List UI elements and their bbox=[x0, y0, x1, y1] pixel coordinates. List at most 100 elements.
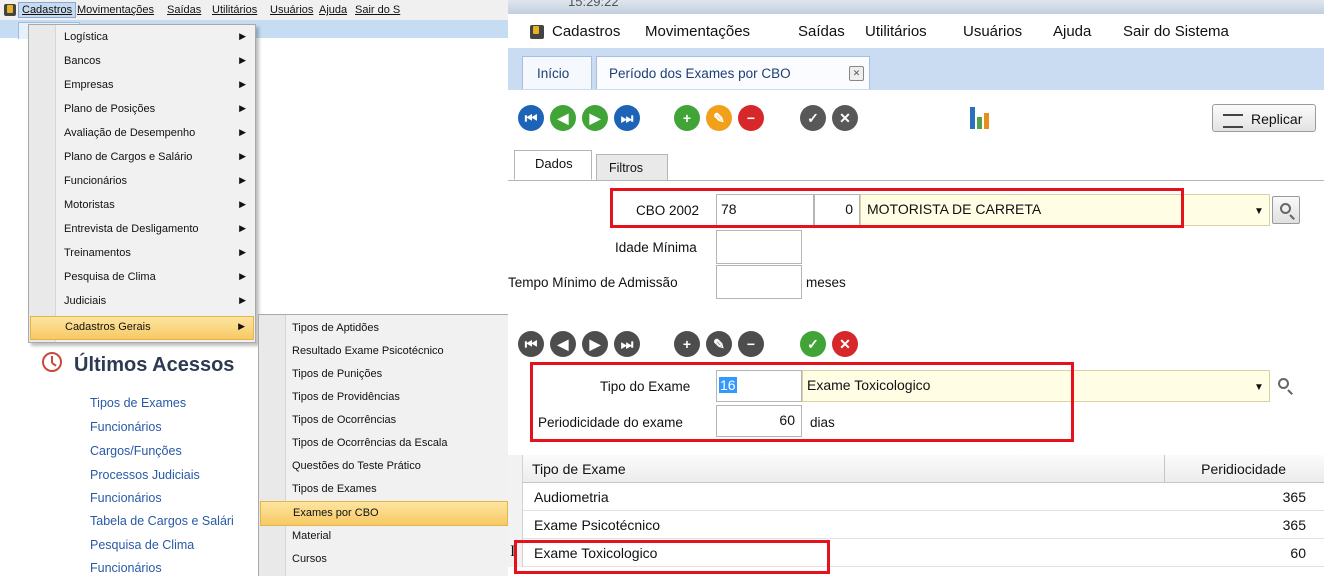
replicate-icon bbox=[1223, 114, 1243, 128]
last-detail-icon[interactable]: ⏭ bbox=[614, 331, 640, 357]
confirm-icon[interactable]: ✓ bbox=[800, 105, 826, 131]
recent-item[interactable]: Funcionários bbox=[90, 491, 162, 505]
menu-item-judiciais[interactable]: Judiciais ▶ bbox=[30, 291, 254, 313]
search-button[interactable] bbox=[1272, 196, 1300, 224]
menu-saidas[interactable]: Saídas bbox=[167, 4, 201, 16]
replicar-button[interactable]: Replicar bbox=[1212, 104, 1316, 132]
menu-cadastros[interactable]: Cadastros bbox=[552, 23, 620, 40]
search-icon bbox=[1280, 203, 1291, 214]
tempo-unit: meses bbox=[806, 275, 846, 290]
submenu-item[interactable]: Tipos de Aptidões bbox=[260, 317, 508, 340]
menu-item-cadastros-gerais[interactable]: Cadastros Gerais ▶ bbox=[30, 316, 254, 340]
tempo-input[interactable] bbox=[716, 265, 802, 299]
menu-saidas[interactable]: Saídas bbox=[798, 23, 845, 40]
menu-movimentacoes[interactable]: Movimentações bbox=[645, 23, 750, 40]
cancel-icon[interactable]: ✕ bbox=[832, 105, 858, 131]
menu-item-logistica[interactable]: Logística ▶ bbox=[30, 27, 254, 49]
tab-inicio[interactable]: Início bbox=[522, 56, 592, 89]
highlight-box bbox=[514, 540, 830, 574]
chart-icon[interactable] bbox=[968, 105, 994, 129]
next-record-icon[interactable]: ▶ bbox=[582, 105, 608, 131]
tab-dados[interactable]: Dados bbox=[514, 150, 592, 180]
menu-item-treinamentos[interactable]: Treinamentos ▶ bbox=[30, 243, 254, 265]
submenu-item[interactable]: Questões do Teste Prático bbox=[260, 455, 508, 478]
menu-item-plano-cargos[interactable]: Plano de Cargos e Salário ▶ bbox=[30, 147, 254, 169]
first-record-icon[interactable]: ⏮ bbox=[518, 105, 544, 131]
next-detail-icon[interactable]: ▶ bbox=[582, 331, 608, 357]
recent-item[interactable]: Funcionários bbox=[90, 561, 162, 575]
app-icon bbox=[4, 4, 16, 16]
column-header-tipo[interactable]: Tipo de Exame bbox=[532, 461, 626, 477]
submenu-item[interactable]: Tipos de Ocorrências da Escala bbox=[260, 432, 508, 455]
clock-icon bbox=[42, 352, 62, 372]
menu-item-avaliacao[interactable]: Avaliação de Desempenho ▶ bbox=[30, 123, 254, 145]
cancel-detail-icon[interactable]: ✕ bbox=[832, 331, 858, 357]
tab-filtros[interactable]: Filtros bbox=[596, 154, 668, 180]
add-icon[interactable]: + bbox=[674, 105, 700, 131]
highlight-box bbox=[610, 188, 1184, 228]
recent-item[interactable]: Tabela de Cargos e Salári bbox=[90, 514, 234, 528]
menu-usuarios[interactable]: Usuários bbox=[963, 23, 1022, 40]
recent-item[interactable]: Cargos/Funções bbox=[90, 444, 182, 458]
highlight-box bbox=[530, 362, 1074, 442]
column-header-periodicidade[interactable]: Peridiocidade bbox=[1201, 461, 1286, 477]
menu-item-funcionarios[interactable]: Funcionários ▶ bbox=[30, 171, 254, 193]
menu-item-entrevista[interactable]: Entrevista de Desligamento ▶ bbox=[30, 219, 254, 241]
tempo-label: Tempo Mínimo de Admissão bbox=[508, 275, 678, 290]
table-row[interactable]: Audiometria 365 bbox=[508, 483, 1324, 511]
submenu-item[interactable]: Tipos de Providências bbox=[260, 386, 508, 409]
confirm-detail-icon[interactable]: ✓ bbox=[800, 331, 826, 357]
menu-ajuda[interactable]: Ajuda bbox=[1053, 23, 1091, 40]
delete-icon[interactable]: − bbox=[738, 105, 764, 131]
delete-detail-icon[interactable]: − bbox=[738, 331, 764, 357]
recent-item[interactable]: Pesquisa de Clima bbox=[90, 538, 194, 552]
menu-sair-sistema[interactable]: Sair do Sistema bbox=[1123, 23, 1229, 40]
tab-periodo-exames[interactable]: Período dos Exames por CBO ✕ bbox=[596, 56, 870, 89]
menu-item-bancos[interactable]: Bancos ▶ bbox=[30, 51, 254, 73]
table-row[interactable]: Exame Psicotécnico 365 bbox=[508, 511, 1324, 539]
document-tabbar: Início Período dos Exames por CBO ✕ bbox=[508, 48, 1324, 90]
add-detail-icon[interactable]: + bbox=[674, 331, 700, 357]
chevron-down-icon[interactable]: ▼ bbox=[1254, 206, 1264, 217]
search-icon[interactable] bbox=[1278, 378, 1289, 389]
menu-item-motoristas[interactable]: Motoristas ▶ bbox=[30, 195, 254, 217]
idade-input[interactable] bbox=[716, 230, 802, 264]
menu-item-pesquisa-clima[interactable]: Pesquisa de Clima ▶ bbox=[30, 267, 254, 289]
chevron-down-icon[interactable]: ▼ bbox=[1254, 382, 1264, 393]
right-screenshot: 15:29:22 Cadastros Movimentações Saídas … bbox=[508, 0, 1324, 576]
recent-item[interactable]: Processos Judiciais bbox=[90, 468, 200, 482]
edit-icon[interactable]: ✎ bbox=[706, 105, 732, 131]
previous-detail-icon[interactable]: ◀ bbox=[550, 331, 576, 357]
submenu-item[interactable]: Tipos de Ocorrências bbox=[260, 409, 508, 432]
previous-record-icon[interactable]: ◀ bbox=[550, 105, 576, 131]
recent-item[interactable]: Funcionários bbox=[90, 420, 162, 434]
cadastros-gerais-submenu: Tipos de Aptidões Resultado Exame Psicot… bbox=[258, 314, 508, 576]
submenu-item-exames-por-cbo[interactable]: Exames por CBO bbox=[260, 501, 508, 526]
menu-ajuda[interactable]: Ajuda bbox=[319, 4, 347, 16]
last-record-icon[interactable]: ⏭ bbox=[614, 105, 640, 131]
menu-utilitarios[interactable]: Utilitários bbox=[865, 23, 927, 40]
menu-usuarios[interactable]: Usuários bbox=[270, 4, 313, 16]
left-screenshot: Cadastros Movimentações Saídas Utilitári… bbox=[0, 0, 508, 576]
submenu-item[interactable]: Tipos de Punições bbox=[260, 363, 508, 386]
inner-tabs: Dados Filtros bbox=[508, 148, 1324, 181]
recent-item[interactable]: Tipos de Exames bbox=[90, 396, 186, 410]
menu-item-empresas[interactable]: Empresas ▶ bbox=[30, 75, 254, 97]
submenu-item[interactable]: Resultado Exame Psicotécnico bbox=[260, 340, 508, 363]
menu-item-plano-posicoes[interactable]: Plano de Posições ▶ bbox=[30, 99, 254, 121]
recent-title: Últimos Acessos bbox=[74, 354, 235, 376]
submenu-item[interactable]: Material bbox=[260, 525, 508, 548]
menu-utilitarios[interactable]: Utilitários bbox=[212, 4, 257, 16]
main-menubar: Cadastros Movimentações Saídas Utilitári… bbox=[508, 14, 1324, 48]
menu-cadastros[interactable]: Cadastros bbox=[18, 2, 77, 18]
grid-header: Tipo de Exame Peridiocidade bbox=[508, 455, 1324, 483]
menu-sair[interactable]: Sair do S bbox=[355, 4, 400, 16]
app-icon bbox=[530, 25, 544, 39]
first-detail-icon[interactable]: ⏮ bbox=[518, 331, 544, 357]
title-bar: 15:29:22 bbox=[508, 0, 1324, 14]
submenu-item[interactable]: Cursos bbox=[260, 548, 508, 571]
submenu-item[interactable]: Tipos de Exames bbox=[260, 478, 508, 501]
menu-movimentacoes[interactable]: Movimentações bbox=[77, 4, 154, 16]
close-tab-icon[interactable]: ✕ bbox=[849, 66, 864, 81]
edit-detail-icon[interactable]: ✎ bbox=[706, 331, 732, 357]
